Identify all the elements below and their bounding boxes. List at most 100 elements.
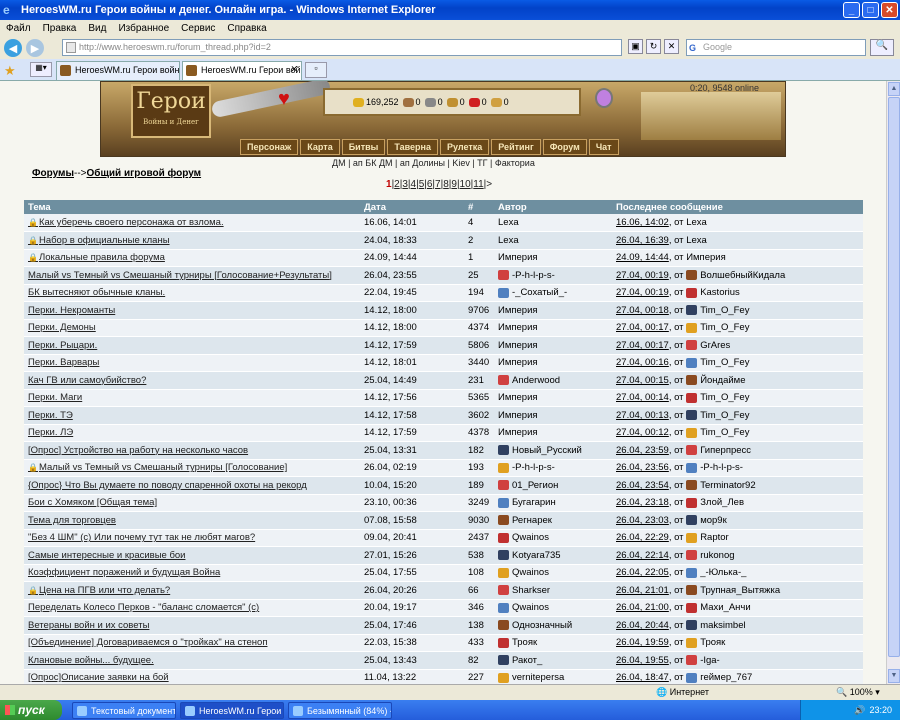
topic-link[interactable]: БК вытесняют обычные кланы. [28,287,165,298]
topic-link[interactable]: Перки. ТЭ [28,410,73,421]
last-post-date[interactable]: 27.04, 00:12 [616,427,669,438]
last-post-date[interactable]: 26.04, 19:55 [616,655,669,666]
last-post-date[interactable]: 26.04, 20:44 [616,620,669,631]
last-post-cell[interactable]: 27.04, 00:18, от Tim_O_Fey [612,301,863,320]
topic-cell[interactable]: Перки. Варвары [24,354,360,372]
author-name[interactable]: Империя [498,305,538,316]
page-link[interactable]: 8 [443,179,449,190]
author-cell[interactable]: Kotyara735 [494,546,612,565]
menu-item[interactable]: Вид [82,23,112,34]
last-post-cell[interactable]: 27.04, 00:17, от Tim_O_Fey [612,319,863,337]
last-post-cell[interactable]: 26.04, 21:01, от Трупная_Вытяжка [612,581,863,600]
author-cell[interactable]: Регнарек [494,511,612,530]
last-post-author[interactable]: Йондайме [700,375,745,386]
author-name[interactable]: -_Сохатый_- [512,287,567,298]
topic-cell[interactable]: Перки. Маги [24,389,360,407]
author-name[interactable]: Qwainos [512,532,549,543]
topic-cell[interactable]: Перки. Рыцари. [24,336,360,355]
author-name[interactable]: Однозначный [512,620,572,631]
author-name[interactable]: -P-h-l-p-s- [512,270,555,281]
author-name[interactable]: -P-h-l-p-s- [512,462,555,473]
author-name[interactable]: Ракот_ [512,655,542,666]
topic-link[interactable]: Клановые войны... будущее. [28,655,154,666]
page-link[interactable]: 5 [419,179,425,190]
topic-link[interactable]: Перки. Маги [28,392,82,403]
page-link[interactable]: 2 [394,179,400,190]
author-cell[interactable]: Qwainos [494,564,612,582]
scroll-up-icon[interactable]: ▲ [888,82,900,96]
topic-cell[interactable]: Ветераны войн и их советы [24,616,360,635]
last-post-author[interactable]: Злой_Лев [700,497,744,508]
last-post-cell[interactable]: 24.09, 14:44, от Империя [612,249,863,267]
last-post-author[interactable]: Terminator92 [700,480,755,491]
author-name[interactable]: Anderwood [512,375,560,386]
last-post-author[interactable]: Гиперпресс [700,445,751,456]
taskbar-item[interactable]: HeroesWM.ru Герои ... [180,701,284,719]
last-post-date[interactable]: 27.04, 00:19 [616,270,669,281]
author-cell[interactable]: Qwainos [494,529,612,547]
last-post-cell[interactable]: 26.04, 16:39, от Lexa [612,231,863,250]
back-button[interactable]: ◀ [4,39,22,57]
last-post-date[interactable]: 27.04, 00:19 [616,287,669,298]
minimize-button[interactable]: _ [843,2,860,18]
topic-link[interactable]: Бои с Хомяком [Общая тема] [28,497,157,508]
last-post-cell[interactable]: 26.04, 20:44, от maksimbel [612,616,863,635]
last-post-author[interactable]: Kastorius [700,287,740,298]
topic-cell[interactable]: Перки. Демоны [24,319,360,337]
author-name[interactable]: Kotyara735 [512,550,561,561]
last-post-cell[interactable]: 27.04, 00:12, от Tim_O_Fey [612,424,863,442]
author-name[interactable]: vernitepersa [512,672,564,683]
last-post-date[interactable]: 16.06, 14:02 [616,217,669,228]
topic-cell[interactable]: Перки. ЛЭ [24,424,360,442]
last-post-author[interactable]: ВолшебныйКидала [700,270,785,281]
last-post-author[interactable]: Трупная_Вытяжка [700,585,780,596]
last-post-author[interactable]: Tim_O_Fey [700,322,749,333]
topic-cell[interactable]: Коэффициент поражений и будущая Война [24,564,360,582]
author-cell[interactable]: Qwainos [494,599,612,617]
last-post-cell[interactable]: 26.04, 19:59, от Трояк [612,634,863,652]
author-cell[interactable]: Империя [494,424,612,442]
topic-cell[interactable]: Перки. ТЭ [24,406,360,425]
maximize-button[interactable]: □ [862,2,879,18]
topic-link[interactable]: Перки. Варвары [28,357,99,368]
search-button[interactable]: 🔍 [870,39,894,56]
author-cell[interactable]: Империя [494,319,612,337]
topic-cell[interactable]: Тема для торговцев [24,511,360,530]
author-cell[interactable]: Новый_Русский [494,441,612,460]
author-cell[interactable]: Империя [494,336,612,355]
last-post-author[interactable]: -P-h-l-p-s- [700,462,743,473]
last-post-date[interactable]: 27.04, 00:13 [616,410,669,421]
page-link[interactable]: 7 [435,179,441,190]
last-post-cell[interactable]: 27.04, 00:17, от GrAres [612,336,863,355]
refresh-icon[interactable]: ↻ [646,39,661,54]
last-post-author[interactable]: Tim_O_Fey [700,305,749,316]
author-cell[interactable]: Lexa [494,231,612,250]
last-post-date[interactable]: 26.04, 22:14 [616,550,669,561]
address-bar[interactable]: http://www.heroeswm.ru/forum_thread.php?… [62,39,622,56]
topic-link[interactable]: Перки. Рыцари. [28,340,97,351]
last-post-date[interactable]: 24.09, 14:44 [616,252,669,263]
author-name[interactable]: Империя [498,340,538,351]
topic-link[interactable]: Переделать Колесо Перков - "баланс слома… [28,602,259,613]
topic-link[interactable]: Как уберечь своего персонажа от взлома. [39,217,224,228]
topic-cell[interactable]: БК вытесняют обычные кланы. [24,284,360,302]
zoom-control[interactable]: 🔍 100% ▾ [836,687,880,698]
last-post-cell[interactable]: 26.04, 23:18, от Злой_Лев [612,494,863,512]
author-cell[interactable]: -P-h-l-p-s- [494,459,612,477]
last-post-cell[interactable]: 26.04, 22:14, от rukonog [612,546,863,565]
last-post-cell[interactable]: 27.04, 00:15, от Йондайме [612,371,863,390]
author-cell[interactable]: Anderwood [494,371,612,390]
topic-cell[interactable]: {Опрос} Что Вы думаете по поводу спаренн… [24,476,360,495]
page-next[interactable]: > [486,179,492,190]
last-post-author[interactable]: rukonog [700,550,734,561]
last-post-date[interactable]: 26.04, 21:00 [616,602,669,613]
topic-cell[interactable]: [Опрос]Описание заявки на бой [24,669,360,684]
topic-cell[interactable]: 🔒Цена на ПГВ или что делать? [24,581,360,600]
author-name[interactable]: Sharkser [512,585,550,596]
scroll-thumb[interactable] [888,97,900,657]
start-button[interactable]: пуск [0,700,62,720]
page-link[interactable]: 11 [473,179,483,190]
topic-link[interactable]: Ветераны войн и их советы [28,620,149,631]
last-post-cell[interactable]: 27.04, 00:19, от ВолшебныйКидала [612,266,863,285]
game-menu-item[interactable]: Карта [300,139,340,155]
